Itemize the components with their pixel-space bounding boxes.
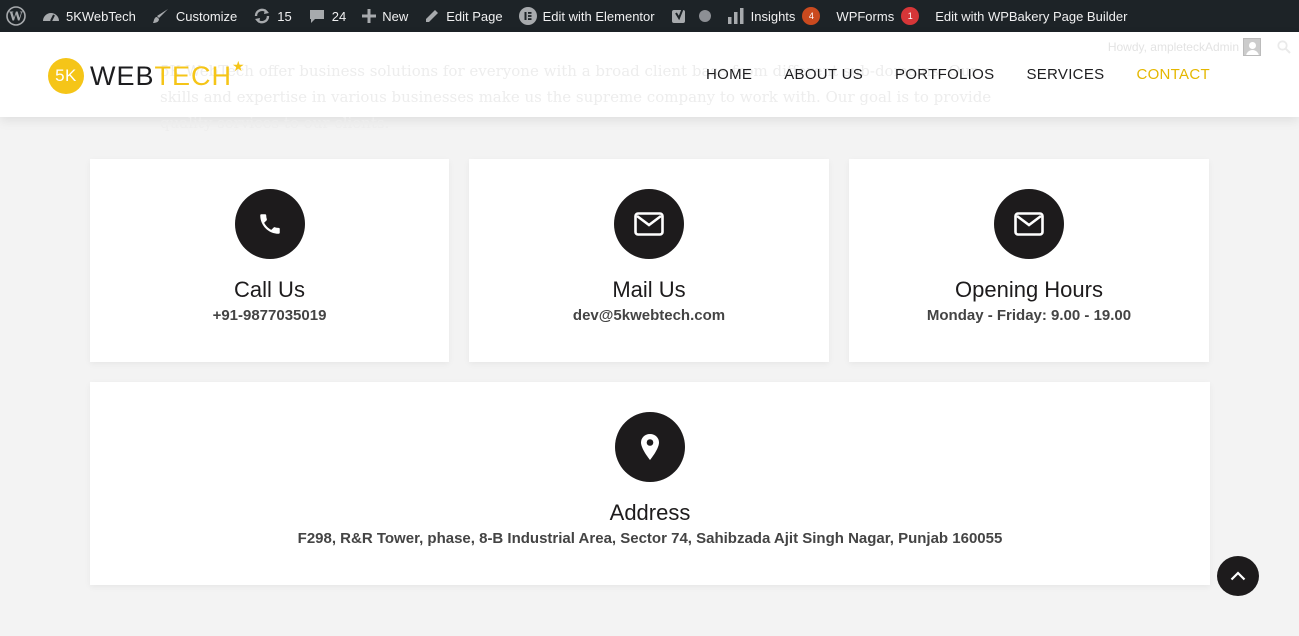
insights-link[interactable]: Insights 4: [719, 0, 829, 32]
site-name-label: 5KWebTech: [66, 8, 136, 24]
paintbrush-icon: [152, 9, 168, 23]
wpforms-badge: 1: [901, 7, 920, 25]
edit-elementor-label: Edit with Elementor: [542, 8, 655, 24]
envelope-icon-circle: [614, 189, 684, 259]
logo-circle-mark: 5K: [48, 58, 84, 94]
mail-us-card: Mail Us dev@5kwebtech.com: [469, 159, 829, 362]
howdy-label: Howdy, ampleteckAdmin: [1107, 40, 1239, 54]
main-navigation: HOME ABOUT US PORTFOLIOS SERVICES CONTAC…: [706, 66, 1242, 83]
site-logo[interactable]: 5K WEB TECH ★: [48, 58, 245, 94]
elementor-icon: [518, 7, 537, 25]
envelope-icon: [634, 212, 664, 236]
address-card: Address F298, R&R Tower, phase, 8-B Indu…: [90, 382, 1210, 585]
dashboard-gauge-icon: [43, 13, 59, 22]
wpbakery-link[interactable]: Edit with WPBakery Page Builder: [927, 0, 1135, 32]
customize-link[interactable]: Customize: [144, 0, 245, 32]
updates-refresh-icon: [255, 8, 270, 24]
phone-icon-circle: [234, 189, 305, 259]
plus-icon: [362, 9, 377, 23]
yoast-icon: [671, 7, 685, 23]
wpforms-link[interactable]: WPForms 1: [828, 0, 927, 32]
wordpress-icon: W: [6, 6, 26, 26]
logo-text-web: WEB: [90, 60, 155, 91]
opening-hours-card: Opening Hours Monday - Friday: 9.00 - 19…: [849, 159, 1209, 362]
scroll-to-top-button[interactable]: [1217, 556, 1259, 596]
opening-hours-title: Opening Hours: [955, 277, 1103, 302]
call-us-phone[interactable]: +91-9877035019: [90, 307, 449, 325]
insights-label: Insights: [750, 8, 796, 24]
wordpress-logo-button[interactable]: W: [0, 0, 34, 32]
nav-portfolios[interactable]: PORTFOLIOS: [895, 66, 994, 83]
wpforms-label: WPForms: [836, 8, 895, 24]
insights-badge: 4: [802, 7, 821, 25]
updates-link[interactable]: 15: [245, 0, 299, 32]
edit-elementor-link[interactable]: Edit with Elementor: [511, 0, 663, 32]
pencil-icon: [426, 10, 439, 22]
bar-chart-icon: [727, 8, 744, 24]
phone-icon: [259, 214, 280, 234]
nav-contact[interactable]: CONTACT: [1136, 66, 1209, 83]
map-pin-icon-circle: [615, 412, 685, 482]
address-value: F298, R&R Tower, phase, 8-B Industrial A…: [297, 530, 1003, 547]
svg-text:W: W: [8, 10, 23, 24]
envelope-icon-circle: [994, 189, 1064, 259]
chevron-up-icon: [1230, 571, 1246, 581]
comments-count: 24: [331, 8, 347, 24]
yoast-seo-menu[interactable]: [663, 0, 719, 32]
envelope-icon: [1014, 212, 1044, 236]
mail-us-email[interactable]: dev@5kwebtech.com: [469, 307, 829, 325]
site-header: 5K WebTech offer business solutions for …: [0, 32, 1299, 132]
customize-label: Customize: [175, 8, 238, 24]
comments-link[interactable]: 24: [300, 0, 354, 32]
nav-services[interactable]: SERVICES: [1026, 66, 1104, 83]
new-content-link[interactable]: New: [354, 0, 416, 32]
logo-star-icon: ★: [232, 57, 245, 74]
call-us-title: Call Us: [234, 277, 305, 302]
nav-home[interactable]: HOME: [706, 66, 752, 83]
edit-page-label: Edit Page: [446, 8, 503, 24]
howdy-account-menu[interactable]: Howdy, ampleteckAdmin: [1108, 38, 1261, 56]
edit-page-link[interactable]: Edit Page: [416, 0, 510, 32]
nav-about-us[interactable]: ABOUT US: [784, 66, 863, 83]
opening-hours-value: Monday - Friday: 9.00 - 19.00: [926, 307, 1132, 324]
search-icon[interactable]: [1277, 40, 1291, 54]
seo-status-dot-icon: [698, 10, 711, 22]
new-label: New: [382, 8, 409, 24]
call-us-card: Call Us +91-9877035019: [90, 159, 449, 362]
address-title: Address: [609, 500, 691, 525]
updates-count: 15: [277, 8, 292, 24]
mail-us-title: Mail Us: [612, 277, 686, 302]
logo-text-tech: TECH: [154, 60, 233, 91]
avatar: [1243, 38, 1261, 56]
comment-bubble-icon: [309, 10, 324, 23]
wpbakery-label: Edit with WPBakery Page Builder: [935, 8, 1128, 24]
site-name-link[interactable]: 5KWebTech: [34, 0, 144, 32]
wp-admin-bar: W 5KWebTech Customize 15 24 New Edit Pag…: [0, 0, 1299, 32]
map-pin-icon: [641, 434, 659, 460]
